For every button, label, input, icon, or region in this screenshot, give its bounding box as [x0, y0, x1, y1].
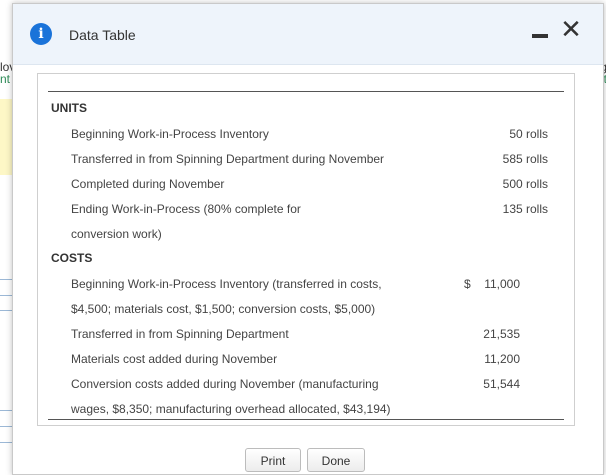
table-row-value: 585 rolls: [502, 152, 548, 166]
done-button[interactable]: Done: [307, 448, 365, 472]
table-row-label: wages, $8,350; manufacturing overhead al…: [71, 402, 391, 416]
table-row-value: 11,000: [484, 277, 520, 291]
background-divider: [0, 442, 12, 443]
background-text: lov: [0, 61, 12, 73]
table-row-label: conversion work): [71, 227, 162, 241]
dialog-titlebar: i Data Table ✕: [13, 4, 603, 65]
table-bottom-rule: [48, 419, 564, 420]
table-row-label: Ending Work-in-Process (80% complete for: [71, 202, 301, 216]
background-page-left: lov nt: [0, 55, 12, 464]
data-table-panel: UNITS Beginning Work-in-Process Inventor…: [37, 73, 575, 426]
background-divider: [0, 279, 12, 280]
table-row-label: Materials cost added during November: [71, 352, 278, 366]
background-highlight: [0, 99, 12, 175]
table-row-label: Transferred in from Spinning Department: [71, 327, 289, 341]
info-icon: i: [30, 23, 52, 45]
table-row-value: 51,544: [483, 377, 520, 391]
background-divider: [0, 295, 12, 296]
close-icon[interactable]: ✕: [559, 14, 583, 44]
table-top-rule: [48, 91, 564, 92]
print-button[interactable]: Print: [245, 448, 301, 472]
currency-symbol: $: [464, 277, 471, 291]
table-row-value: 11,200: [484, 352, 520, 366]
table-row-label: Transferred in from Spinning Department …: [71, 152, 385, 166]
data-table-dialog: i Data Table ✕ UNITS Beginning Work-in-P…: [12, 3, 604, 475]
background-divider: [0, 310, 12, 311]
dialog-title: Data Table: [69, 27, 136, 43]
table-row-value: 50 rolls: [509, 127, 548, 141]
background-text: nt: [0, 73, 11, 85]
table-row-value: 21,535: [483, 327, 520, 341]
costs-header: COSTS: [51, 251, 93, 265]
table-row-value: 500 rolls: [502, 177, 548, 191]
table-row-label: Beginning Work-in-Process Inventory (tra…: [71, 277, 382, 291]
table-row-label: Completed during November: [71, 177, 225, 191]
table-row-label: Conversion costs added during November (…: [71, 377, 379, 391]
background-divider: [0, 426, 12, 427]
units-header: UNITS: [51, 101, 87, 115]
background-divider: [0, 410, 12, 411]
minimize-icon[interactable]: [532, 34, 548, 38]
table-row-label: $4,500; materials cost, $1,500; conversi…: [71, 302, 376, 316]
table-row-value: 135 rolls: [502, 202, 548, 216]
table-row-label: Beginning Work-in-Process Inventory: [71, 127, 269, 141]
